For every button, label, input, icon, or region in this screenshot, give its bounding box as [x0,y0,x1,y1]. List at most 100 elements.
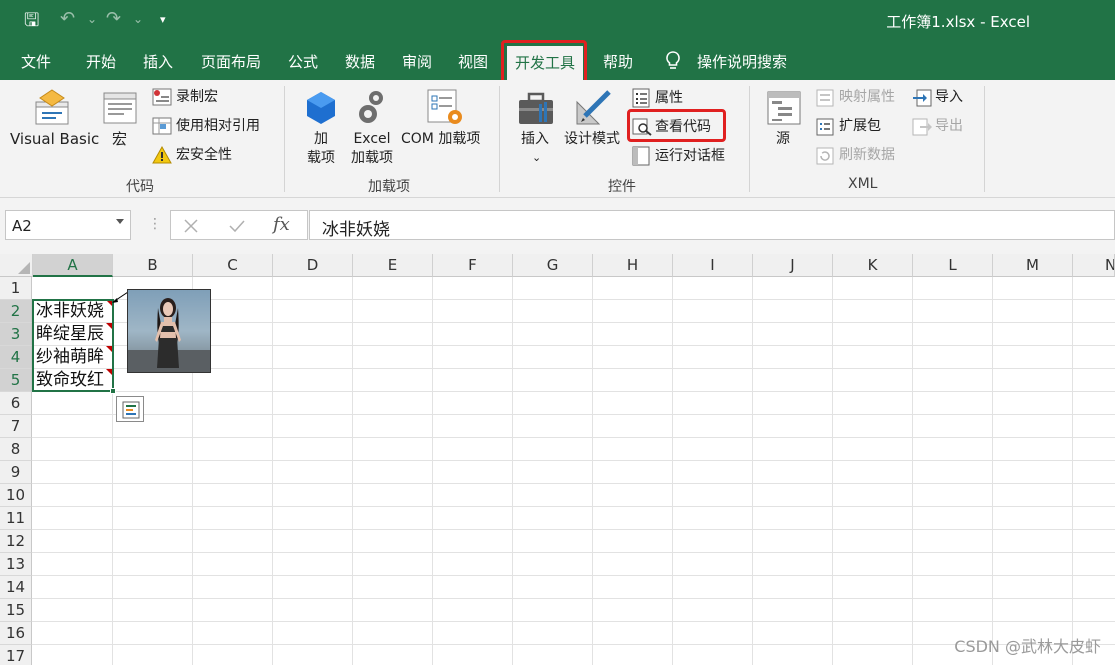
portrait-image [128,298,210,372]
import-button[interactable]: 导入 [935,88,963,107]
row-header-8[interactable]: 8 [0,438,32,461]
enter-icon[interactable] [228,218,246,234]
row-header-10[interactable]: 10 [0,484,32,507]
row-header-7[interactable]: 7 [0,415,32,438]
macro-security-button[interactable]: 宏安全性 [176,146,232,165]
relative-reference-icon [152,117,172,135]
tab-data[interactable]: 数据 [345,51,375,72]
customize-qat-icon[interactable]: ▾ [160,13,166,26]
worksheet-grid[interactable]: A B C D E F G H I J K L M N 1 2 3 4 5 6 … [0,254,1115,665]
cancel-icon[interactable] [183,218,199,234]
tab-view[interactable]: 视图 [458,51,488,72]
row-header-12[interactable]: 12 [0,530,32,553]
group-label-add-ins: 加载项 [368,179,410,195]
row-header-16[interactable]: 16 [0,622,32,645]
name-box[interactable]: A2 [5,210,131,240]
group-separator [984,86,985,192]
tab-formulas[interactable]: 公式 [288,51,318,72]
warning-icon [152,146,172,164]
design-mode-button[interactable]: 设计模式 [564,130,620,149]
run-dialog-button[interactable]: 运行对话框 [655,147,725,166]
group-separator [284,86,285,192]
row-header-2[interactable]: 2 [0,300,32,323]
com-add-ins-button[interactable]: COM 加载项 [401,130,480,149]
column-header-a[interactable]: A [33,254,113,277]
column-header-l[interactable]: L [913,254,993,277]
column-header-h[interactable]: H [593,254,673,277]
properties-button[interactable]: 属性 [655,89,683,108]
row-header-5[interactable]: 5 [0,369,32,392]
redo-icon[interactable]: ↷ [106,8,121,29]
tell-me-search[interactable]: 操作说明搜索 [697,51,787,72]
tab-review[interactable]: 审阅 [402,51,432,72]
save-icon[interactable]: 🖫 [24,8,39,38]
insert-controls-button[interactable]: 插入 [521,130,549,149]
add-ins-label-line1: 加 [314,131,328,147]
row-header-4[interactable]: 4 [0,346,32,369]
name-box-dropdown-icon[interactable] [116,219,124,224]
row-header-14[interactable]: 14 [0,576,32,599]
tab-page-layout[interactable]: 页面布局 [201,51,261,72]
gear-icon [359,91,383,123]
refresh-data-button[interactable]: 刷新数据 [839,146,895,165]
quick-analysis-button[interactable] [116,396,144,422]
formula-buttons: fx [170,210,308,240]
column-header-n[interactable]: N [1073,254,1115,277]
tab-help[interactable]: 帮助 [603,51,633,72]
column-header-b[interactable]: B [113,254,193,277]
excel-add-ins-button[interactable]: Excel 加载项 [348,130,396,168]
comment-picture[interactable] [127,289,211,373]
excel-add-ins-label-line1: Excel [353,131,391,147]
column-header-e[interactable]: E [353,254,433,277]
record-macro-button[interactable]: 录制宏 [176,88,218,107]
toolbox-icon [519,92,553,124]
select-all-corner[interactable] [0,254,33,277]
com-add-ins-icon [427,89,462,124]
row-header-17[interactable]: 17 [0,645,32,665]
row-header-11[interactable]: 11 [0,507,32,530]
insert-function-icon[interactable]: fx [273,214,290,235]
expansion-packs-icon [816,118,834,136]
fill-handle[interactable] [110,388,116,394]
row-header-1[interactable]: 1 [0,277,32,300]
undo-dropdown-icon[interactable]: ⌄ [87,12,97,26]
macros-button[interactable]: 宏 [112,130,127,149]
map-properties-icon [816,89,834,107]
add-ins-label-line2: 载项 [307,150,335,166]
map-properties-button[interactable]: 映射属性 [839,88,895,107]
group-label-controls: 控件 [608,179,636,195]
column-header-i[interactable]: I [673,254,753,277]
watermark: CSDN @武林大皮虾 [954,637,1101,656]
column-header-j[interactable]: J [753,254,833,277]
visual-basic-button[interactable]: Visual Basic [10,130,99,149]
row-header-15[interactable]: 15 [0,599,32,622]
export-button[interactable]: 导出 [935,117,963,136]
xml-source-button[interactable]: 源 [776,130,790,149]
column-header-f[interactable]: F [433,254,513,277]
use-relative-references-button[interactable]: 使用相对引用 [176,117,260,136]
tab-home[interactable]: 开始 [86,51,116,72]
tab-file[interactable]: 文件 [21,51,51,72]
quick-analysis-icon [122,401,140,419]
column-header-d[interactable]: D [273,254,353,277]
formula-bar-grip-icon[interactable]: ⋮ [148,216,162,232]
redo-dropdown-icon[interactable]: ⌄ [133,12,143,26]
group-label-xml: XML [848,176,878,192]
undo-icon[interactable]: ↶ [60,8,75,29]
group-label-code: 代码 [126,179,154,195]
insert-dropdown-icon[interactable]: ⌄ [532,148,541,167]
tab-insert[interactable]: 插入 [143,51,173,72]
title-bar: 🖫 ↶ ⌄ ↷ ⌄ ▾ 工作簿1.xlsx - Excel [0,0,1115,42]
column-header-g[interactable]: G [513,254,593,277]
expansion-packs-button[interactable]: 扩展包 [839,117,881,136]
column-header-c[interactable]: C [193,254,273,277]
formula-input[interactable]: 冰非妖娆 [309,210,1115,240]
add-ins-button[interactable]: 加载项 [302,130,340,168]
row-header-3[interactable]: 3 [0,323,32,346]
column-header-k[interactable]: K [833,254,913,277]
row-header-13[interactable]: 13 [0,553,32,576]
column-header-m[interactable]: M [993,254,1073,277]
row-header-9[interactable]: 9 [0,461,32,484]
export-icon [912,118,932,136]
row-header-6[interactable]: 6 [0,392,32,415]
